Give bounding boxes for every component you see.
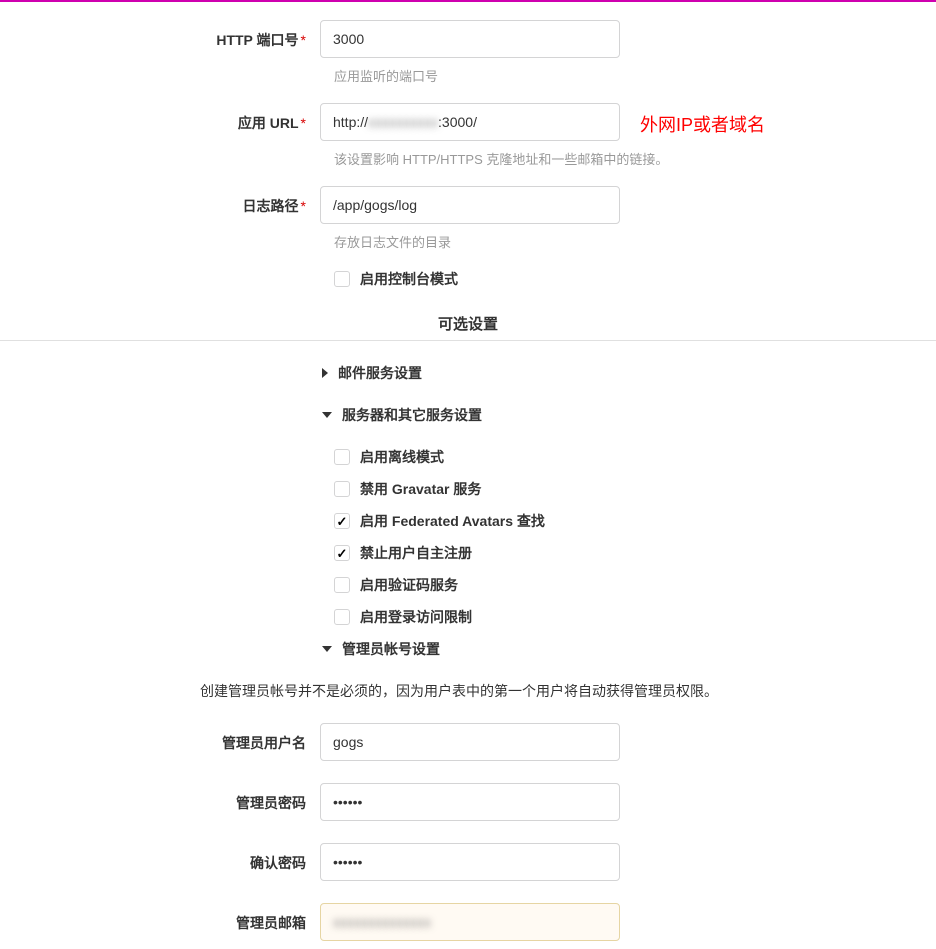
console-mode-label: 启用控制台模式 — [360, 269, 458, 289]
admin-confirm-label: 确认密码 — [0, 843, 320, 873]
server-opt-label-1: 禁用 Gravatar 服务 — [360, 479, 481, 499]
server-settings-toggle[interactable]: 服务器和其它服务设置 — [322, 405, 936, 425]
server-opt-label-2: 启用 Federated Avatars 查找 — [360, 511, 545, 531]
server-opt-checkbox-1[interactable] — [334, 481, 350, 497]
http-port-help: 应用监听的端口号 — [334, 66, 936, 85]
log-path-input[interactable] — [320, 186, 620, 224]
server-opt-label-3: 禁止用户自主注册 — [360, 543, 472, 563]
server-opt-checkbox-2[interactable] — [334, 513, 350, 529]
http-port-label: HTTP 端口号* — [0, 20, 320, 50]
console-mode-checkbox[interactable] — [334, 271, 350, 287]
admin-username-label: 管理员用户名 — [0, 723, 320, 753]
admin-email-label: 管理员邮箱 — [0, 903, 320, 933]
app-url-input[interactable]: http://xxxxxxxxxx:3000/ — [320, 103, 620, 141]
admin-confirm-input[interactable] — [320, 843, 620, 881]
caret-down-icon — [322, 412, 332, 418]
mail-settings-toggle[interactable]: 邮件服务设置 — [322, 363, 936, 383]
admin-username-input[interactable] — [320, 723, 620, 761]
app-url-annotation: 外网IP或者域名 — [640, 111, 765, 137]
server-opt-checkbox-3[interactable] — [334, 545, 350, 561]
app-url-label: 应用 URL* — [0, 103, 320, 133]
caret-right-icon — [322, 368, 328, 378]
log-path-label: 日志路径* — [0, 186, 320, 216]
log-path-help: 存放日志文件的目录 — [334, 232, 936, 251]
admin-email-input[interactable]: xxxxxxxxxxxxxx — [320, 903, 620, 941]
server-opt-checkbox-0[interactable] — [334, 449, 350, 465]
admin-password-input[interactable] — [320, 783, 620, 821]
admin-note: 创建管理员帐号并不是必须的，因为用户表中的第一个用户将自动获得管理员权限。 — [200, 681, 896, 701]
server-opt-label-5: 启用登录访问限制 — [360, 607, 472, 627]
admin-password-label: 管理员密码 — [0, 783, 320, 813]
http-port-input[interactable] — [320, 20, 620, 58]
app-url-help: 该设置影响 HTTP/HTTPS 克隆地址和一些邮箱中的链接。 — [334, 149, 936, 168]
server-opt-checkbox-4[interactable] — [334, 577, 350, 593]
caret-down-icon — [322, 646, 332, 652]
server-opt-label-0: 启用离线模式 — [360, 447, 444, 467]
admin-settings-toggle[interactable]: 管理员帐号设置 — [322, 639, 936, 659]
optional-settings-title: 可选设置 — [0, 313, 936, 334]
server-opt-label-4: 启用验证码服务 — [360, 575, 458, 595]
server-opt-checkbox-5[interactable] — [334, 609, 350, 625]
